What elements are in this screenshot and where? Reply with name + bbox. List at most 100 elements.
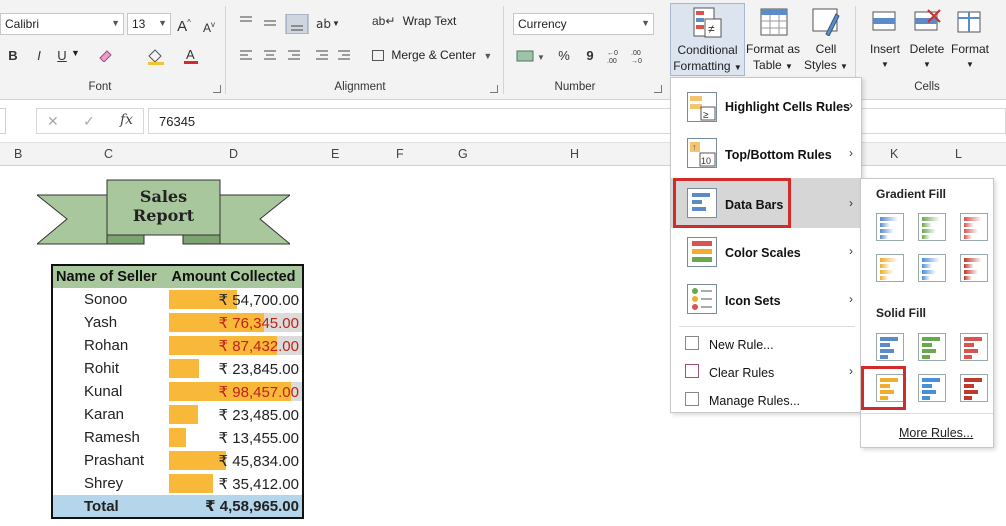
formula-input[interactable]: 76345: [148, 108, 1006, 134]
enter-icon[interactable]: ✓: [83, 113, 95, 130]
cell-styles-icon: [812, 8, 840, 36]
menu-item-color-scales[interactable]: Color Scales ›: [671, 228, 861, 276]
header-name-of-seller[interactable]: Name of Seller: [52, 265, 165, 288]
gradient-fill-swatch[interactable]: [876, 213, 904, 241]
amount-cell[interactable]: ₹ 76,345.00: [165, 311, 303, 334]
menu-item-icon-sets[interactable]: Icon Sets ›: [671, 276, 861, 324]
bold-button[interactable]: B: [6, 47, 20, 65]
total-row: Total ₹ 4,58,965.00: [52, 495, 303, 518]
insert-function-button[interactable]: fx: [120, 112, 133, 128]
gradient-fill-swatch[interactable]: [918, 213, 946, 241]
horizontal-align-icons[interactable]: [238, 48, 353, 64]
seller-name-cell[interactable]: Karan: [52, 403, 165, 426]
number-format-combo[interactable]: Currency ▼: [513, 13, 654, 35]
seller-name-cell[interactable]: Ramesh: [52, 426, 165, 449]
underline-button[interactable]: U: [55, 47, 69, 65]
dialog-launcher-icon[interactable]: [213, 85, 221, 93]
vertical-align-icons[interactable]: [238, 13, 309, 35]
column-header-h[interactable]: H: [570, 147, 579, 161]
seller-name-cell[interactable]: Rohit: [52, 357, 165, 380]
table-row: Rohan ₹ 87,432.00: [52, 334, 303, 357]
gradient-fill-swatch[interactable]: [960, 254, 988, 282]
solid-fill-swatch[interactable]: [918, 374, 946, 402]
amount-value: ₹ 23,485.00: [218, 406, 299, 424]
dialog-launcher-icon[interactable]: [654, 85, 662, 93]
insert-button[interactable]: Insert ▼: [864, 3, 906, 76]
column-header-l[interactable]: L: [955, 147, 962, 161]
cancel-icon[interactable]: ✕: [47, 113, 59, 130]
decimal-buttons[interactable]: ←0.00.00 →0: [607, 47, 653, 65]
amount-value: ₹ 13,455.00: [218, 429, 299, 447]
column-header-b[interactable]: B: [14, 147, 22, 161]
format-button[interactable]: Format ▼: [948, 3, 992, 76]
data-bars-highlight-box: [673, 178, 791, 228]
svg-text:←0: ←0: [607, 50, 618, 57]
column-header-d[interactable]: D: [229, 147, 238, 161]
amount-cell[interactable]: ₹ 87,432.00: [165, 334, 303, 357]
name-box[interactable]: [0, 108, 6, 134]
table-header-row: Name of Seller Amount Collected: [52, 265, 303, 288]
column-header-e[interactable]: E: [331, 147, 339, 161]
amount-cell[interactable]: ₹ 23,485.00: [165, 403, 303, 426]
seller-name-cell[interactable]: Prashant: [52, 449, 165, 472]
seller-name-cell[interactable]: Kunal: [52, 380, 165, 403]
percent-style-button[interactable]: %: [557, 47, 571, 65]
menu-item-new-rule[interactable]: New Rule...: [671, 332, 861, 358]
format-as-table-button[interactable]: Format as Table ▼: [746, 3, 800, 76]
seller-name-cell[interactable]: Sonoo: [52, 288, 165, 311]
menu-item-clear-rules[interactable]: Clear Rules ›: [671, 360, 861, 386]
font-color-button[interactable]: A: [183, 46, 201, 66]
insert-cells-icon: [872, 11, 896, 31]
seller-name-cell[interactable]: Rohan: [52, 334, 165, 357]
font-size-combo[interactable]: 13 ▼: [127, 13, 171, 35]
fill-color-icon[interactable]: [146, 47, 168, 65]
column-header-f[interactable]: F: [396, 147, 404, 161]
orientation-icon[interactable]: ab ▼: [316, 14, 342, 32]
header-amount-collected[interactable]: Amount Collected: [165, 265, 303, 288]
format-painter-icon[interactable]: [98, 48, 114, 63]
gradient-fill-swatch[interactable]: [918, 254, 946, 282]
orange-solid-fill-highlight-box: [861, 366, 906, 410]
merge-center-button[interactable]: Merge & Center ▼: [372, 48, 492, 62]
gradient-fill-swatch[interactable]: [876, 254, 904, 282]
color-scales-icon: [687, 237, 717, 267]
shrink-font-button[interactable]: Av: [201, 16, 217, 37]
delete-button[interactable]: Delete ▼: [906, 3, 948, 76]
total-label[interactable]: Total: [52, 495, 165, 518]
comma-style-button[interactable]: 9: [583, 47, 597, 65]
font-name-combo[interactable]: Calibri ▼: [0, 13, 124, 35]
seller-name-cell[interactable]: Yash: [52, 311, 165, 334]
menu-item-manage-rules[interactable]: Manage Rules...: [671, 388, 861, 414]
submenu-divider: [861, 413, 993, 414]
menu-item-top-bottom-rules[interactable]: ↑ 10 Top/Bottom Rules ›: [671, 132, 861, 178]
amount-cell[interactable]: ₹ 13,455.00: [165, 426, 303, 449]
amount-cell[interactable]: ₹ 45,834.00: [165, 449, 303, 472]
new-rule-icon: [685, 336, 699, 350]
menu-divider: [679, 326, 855, 327]
conditional-formatting-button[interactable]: ≠ Conditional Formatting ▼: [670, 3, 745, 76]
amount-cell[interactable]: ₹ 54,700.00: [165, 288, 303, 311]
solid-fill-swatch[interactable]: [960, 333, 988, 361]
amount-cell[interactable]: ₹ 98,457.00: [165, 380, 303, 403]
accounting-format-icon[interactable]: ▼: [516, 47, 546, 65]
amount-cell[interactable]: ₹ 35,412.00: [165, 472, 303, 495]
column-header-g[interactable]: G: [458, 147, 468, 161]
cell-styles-button[interactable]: Cell Styles ▼: [803, 3, 849, 76]
column-header-k[interactable]: K: [890, 147, 898, 161]
solid-fill-swatch[interactable]: [918, 333, 946, 361]
seller-name-cell[interactable]: Shrey: [52, 472, 165, 495]
column-header-c[interactable]: C: [104, 147, 113, 161]
total-amount[interactable]: ₹ 4,58,965.00: [165, 495, 303, 518]
solid-fill-swatch[interactable]: [960, 374, 988, 402]
more-rules-link[interactable]: More Rules...: [899, 426, 973, 440]
italic-button[interactable]: I: [32, 47, 46, 65]
menu-item-highlight-cells-rules[interactable]: ≥ Highlight Cells Rules ›: [671, 84, 861, 130]
wrap-text-button[interactable]: ab↵ Wrap Text: [372, 14, 456, 28]
dialog-launcher-icon[interactable]: [490, 85, 498, 93]
chevron-down-icon[interactable]: ▼: [71, 48, 80, 58]
chevron-down-icon: ▼: [158, 18, 167, 28]
gradient-fill-swatch[interactable]: [960, 213, 988, 241]
grow-font-button[interactable]: A^: [176, 14, 192, 36]
amount-cell[interactable]: ₹ 23,845.00: [165, 357, 303, 380]
solid-fill-swatch[interactable]: [876, 333, 904, 361]
